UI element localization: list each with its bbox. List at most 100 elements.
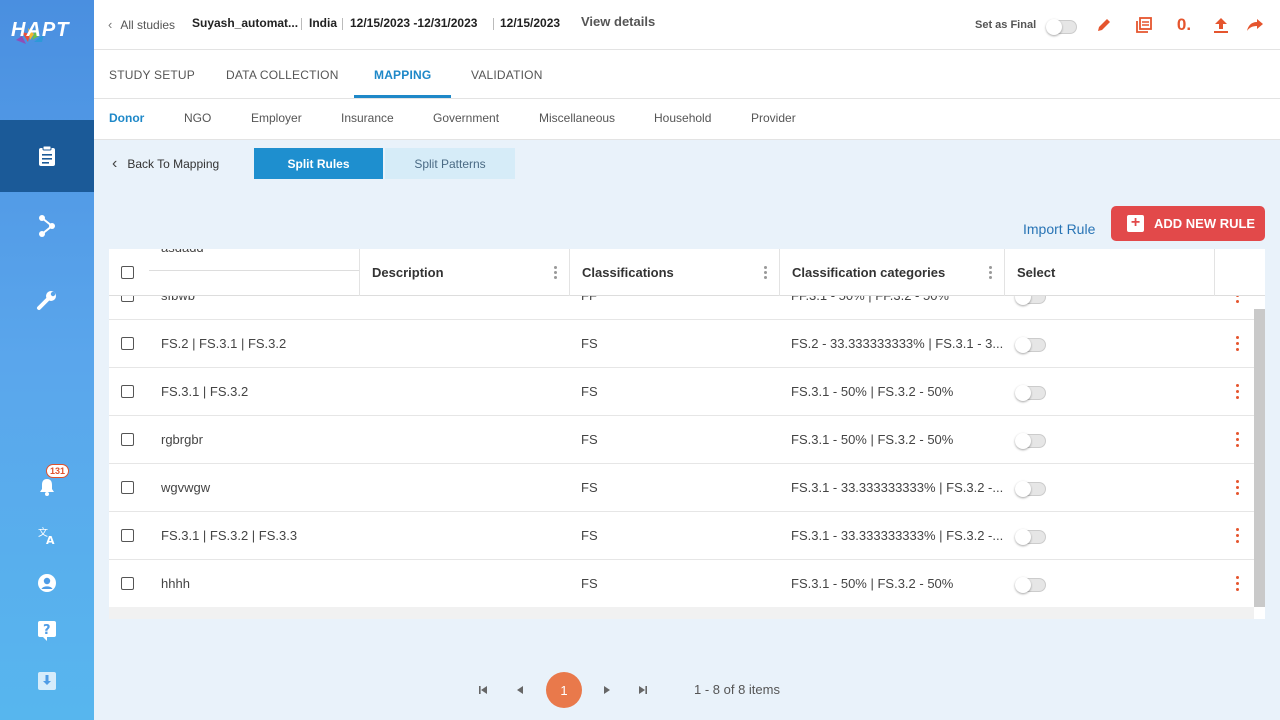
tab-mapping[interactable]: MAPPING [374, 68, 431, 82]
rule-name: FS.2 | FS.3.1 | FS.3.2 [161, 336, 287, 351]
column-menu-icon[interactable] [764, 266, 768, 281]
sidebar-item-notifications[interactable]: 131 [0, 464, 94, 502]
chevron-left-icon: ‹ [112, 155, 118, 172]
rule-classification: FS [581, 528, 598, 543]
subtab-ngo[interactable]: NGO [184, 111, 211, 125]
prev-page-button[interactable] [512, 682, 528, 698]
upload-button[interactable] [1210, 14, 1232, 36]
study-name: Suyash_automat... [192, 16, 299, 30]
counter-button[interactable]: 0. [1173, 14, 1195, 36]
row-checkbox[interactable] [121, 577, 134, 590]
split-rules-button[interactable]: Split Rules [254, 148, 383, 179]
column-select: Select [1017, 265, 1056, 280]
select-toggle[interactable] [1015, 433, 1046, 449]
subtab-household[interactable]: Household [654, 111, 711, 125]
study-date: 12/15/2023 [500, 16, 561, 30]
main-tabs: STUDY SETUP DATA COLLECTION MAPPING VALI… [94, 50, 1280, 99]
set-final-toggle[interactable] [1046, 19, 1077, 35]
rule-categories: FS.3.1 - 33.333333333% | FS.3.2 -... [791, 480, 1004, 495]
column-divider [1004, 249, 1005, 296]
tab-study-setup[interactable]: STUDY SETUP [109, 68, 195, 82]
row-checkbox[interactable] [121, 433, 134, 446]
table-row[interactable]: FS.2 | FS.3.1 | FS.3.2 FS FS.2 - 33.3333… [109, 320, 1254, 368]
row-menu-icon[interactable] [1236, 480, 1239, 498]
next-page-icon [604, 686, 610, 694]
all-studies-label: All studies [120, 17, 176, 32]
sidebar-item-profile[interactable] [0, 568, 94, 598]
subtab-employer[interactable]: Employer [251, 111, 302, 125]
rule-name: FS.3.1 | FS.3.2 | FS.3.3 [161, 528, 298, 543]
row-menu-icon[interactable] [1236, 384, 1239, 402]
table-footer [109, 607, 1254, 619]
rule-categories: FS.3.1 - 50% | FS.3.2 - 50% [791, 384, 954, 399]
row-checkbox[interactable] [121, 529, 134, 542]
sidebar-item-studies[interactable] [0, 120, 94, 192]
select-all-checkbox[interactable] [121, 266, 134, 279]
subtab-provider[interactable]: Provider [751, 111, 796, 125]
table-row[interactable]: wgvwgw FS FS.3.1 - 33.333333333% | FS.3.… [109, 464, 1254, 512]
select-toggle[interactable] [1015, 481, 1046, 497]
pagination: 1 1 - 8 of 8 items [470, 672, 810, 708]
rule-categories: FS.2 - 33.333333333% | FS.3.1 - 3... [791, 336, 1004, 351]
sidebar-item-tools[interactable] [0, 264, 94, 336]
select-toggle[interactable] [1015, 577, 1046, 593]
workflow-icon [39, 215, 55, 237]
first-page-icon [479, 686, 487, 694]
header-divider [342, 18, 343, 30]
import-rule-link[interactable]: Import Rule [1023, 221, 1095, 237]
view-details-link[interactable]: View details [581, 14, 655, 29]
column-divider [359, 249, 360, 296]
subtab-miscellaneous[interactable]: Miscellaneous [539, 111, 615, 125]
translate-icon: 文 A [38, 526, 55, 546]
edit-button[interactable] [1093, 14, 1115, 36]
row-menu-icon[interactable] [1236, 432, 1239, 450]
row-menu-icon[interactable] [1236, 336, 1239, 354]
column-classifications[interactable]: Classifications [582, 265, 674, 280]
table-row[interactable]: rgbrgbr FS FS.3.1 - 50% | FS.3.2 - 50% [109, 416, 1254, 464]
row-menu-icon[interactable] [1236, 576, 1239, 594]
sidebar-item-workflow[interactable] [0, 190, 94, 262]
back-to-mapping-label: Back To Mapping [127, 157, 220, 171]
column-divider [779, 249, 780, 296]
row-checkbox[interactable] [121, 385, 134, 398]
column-menu-icon[interactable] [989, 266, 993, 281]
next-page-button[interactable] [599, 682, 615, 698]
partial-row-name: asdadd [149, 249, 359, 271]
tab-validation[interactable]: VALIDATION [471, 68, 543, 82]
add-new-rule-button[interactable]: + ADD NEW RULE [1111, 206, 1265, 241]
share-button[interactable] [1244, 14, 1266, 36]
sidebar-item-help[interactable]: ? [0, 616, 94, 646]
last-page-button[interactable] [635, 682, 651, 698]
table-scrollbar[interactable] [1254, 309, 1265, 607]
select-toggle[interactable] [1015, 337, 1046, 353]
rule-classification: FS [581, 336, 598, 351]
copy-button[interactable] [1133, 14, 1155, 36]
column-menu-icon[interactable] [554, 266, 558, 281]
back-to-mapping-link[interactable]: ‹ Back To Mapping [112, 155, 219, 173]
select-toggle[interactable] [1015, 529, 1046, 545]
column-classification-categories[interactable]: Classification categories [792, 265, 945, 280]
subtab-donor[interactable]: Donor [109, 111, 144, 125]
subtab-insurance[interactable]: Insurance [341, 111, 394, 125]
column-description[interactable]: Description [372, 265, 444, 280]
row-checkbox[interactable] [121, 481, 134, 494]
sidebar-item-language[interactable]: 文 A [0, 521, 94, 551]
add-new-rule-label: ADD NEW RULE [1154, 216, 1256, 231]
row-checkbox[interactable] [121, 337, 134, 350]
rule-name: hhhh [161, 576, 190, 591]
sidebar-item-download[interactable] [0, 666, 94, 696]
table-row[interactable]: FS.3.1 | FS.3.2 | FS.3.3 FS FS.3.1 - 33.… [109, 512, 1254, 560]
tab-data-collection[interactable]: DATA COLLECTION [226, 68, 339, 82]
select-toggle[interactable] [1015, 385, 1046, 401]
first-page-button[interactable] [475, 682, 491, 698]
study-country: India [309, 16, 338, 30]
table-row[interactable]: hhhh FS FS.3.1 - 50% | FS.3.2 - 50% [109, 560, 1254, 608]
row-menu-icon[interactable] [1236, 528, 1239, 546]
subtab-government[interactable]: Government [433, 111, 499, 125]
current-page-button[interactable]: 1 [546, 672, 582, 708]
plus-icon: + [1127, 215, 1144, 232]
split-patterns-button[interactable]: Split Patterns [385, 148, 515, 179]
all-studies-link[interactable]: ‹ All studies [108, 17, 175, 32]
top-header: ‹ All studies Suyash_automat... India 12… [94, 0, 1280, 50]
table-row[interactable]: FS.3.1 | FS.3.2 FS FS.3.1 - 50% | FS.3.2… [109, 368, 1254, 416]
